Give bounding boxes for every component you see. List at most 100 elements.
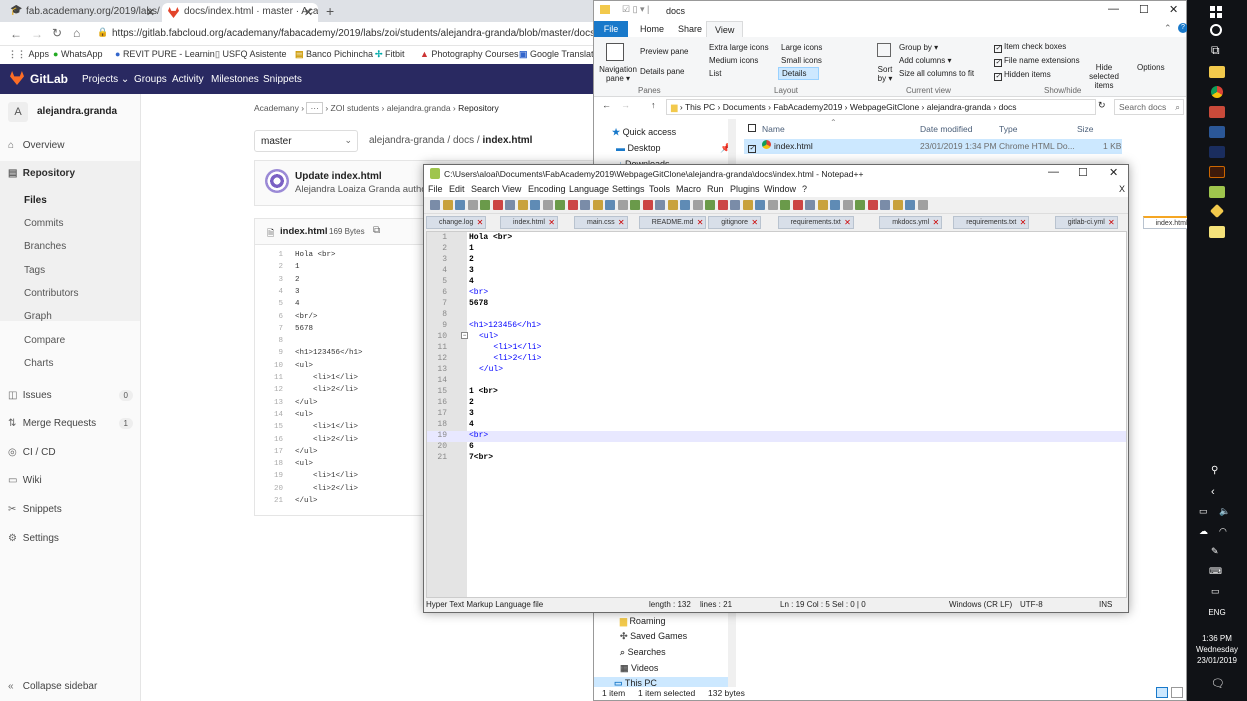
- nav-snippets[interactable]: Snippets: [263, 74, 302, 85]
- clock-date[interactable]: 23/01/2019: [1187, 656, 1247, 666]
- toolbar-icon[interactable]: [692, 200, 703, 210]
- apps-bookmark[interactable]: ⋮⋮ Apps: [8, 49, 49, 60]
- volume-icon[interactable]: 🔈: [1219, 506, 1230, 517]
- file-row[interactable]: ✓ index.html 23/01/2019 1:34 PM Chrome H…: [744, 139, 1122, 154]
- sidebar-item-repository[interactable]: ▤ Repository: [8, 168, 75, 179]
- avatar[interactable]: A: [8, 102, 28, 122]
- toolbar-icon[interactable]: [667, 200, 678, 210]
- minimize-button[interactable]: —: [1108, 3, 1119, 15]
- menu-file[interactable]: File: [428, 184, 443, 194]
- size-columns-button[interactable]: Size all columns to fit: [899, 69, 974, 78]
- status-encoding[interactable]: UTF-8: [1020, 600, 1043, 609]
- menu-encoding[interactable]: Encoding: [528, 184, 566, 194]
- close-icon[interactable]: ✕: [697, 218, 704, 227]
- crumb[interactable]: WebpageGitClone: [850, 102, 919, 112]
- menu-help[interactable]: ?: [802, 184, 807, 194]
- npp-tab[interactable]: mkdocs.yml ✕: [879, 216, 943, 229]
- word-icon[interactable]: [1209, 126, 1225, 138]
- people-icon[interactable]: ⚲: [1211, 465, 1218, 476]
- app-icon[interactable]: [1209, 203, 1225, 219]
- toolbar-icon[interactable]: [517, 200, 528, 210]
- close-icon[interactable]: ✕: [932, 218, 939, 227]
- toolbar-icon[interactable]: [830, 200, 840, 210]
- keyboard-icon[interactable]: ⌨: [1209, 566, 1222, 577]
- menu-search[interactable]: Search: [471, 184, 500, 194]
- toolbar-icon[interactable]: [655, 200, 665, 210]
- navigation-pane-button[interactable]: Navigation pane ▾: [598, 65, 638, 83]
- details-pane-button[interactable]: Details pane: [640, 67, 684, 76]
- clock-time[interactable]: 1:36 PM: [1187, 634, 1247, 644]
- quick-access-toolbar[interactable]: ☑ ▯ ▾ |: [622, 4, 649, 15]
- nav-groups[interactable]: Groups: [134, 74, 167, 85]
- toolbar-icon[interactable]: [630, 200, 640, 210]
- notepadpp-icon[interactable]: [1209, 186, 1225, 198]
- up-icon[interactable]: ↑: [651, 100, 656, 110]
- close-icon[interactable]: ✕: [304, 6, 313, 19]
- crumb[interactable]: alejandra-granda: [927, 102, 991, 112]
- toolbar-icon[interactable]: [505, 200, 515, 210]
- forward-icon[interactable]: →: [621, 100, 630, 110]
- sidebar-sub-tags[interactable]: Tags: [24, 265, 45, 276]
- column-date[interactable]: Date modified: [920, 124, 972, 134]
- usfq-bookmark[interactable]: ▯ USFQ Asistente: [215, 49, 286, 60]
- close-icon[interactable]: ✕: [751, 218, 758, 227]
- path-segment[interactable]: alejandra-granda: [369, 135, 445, 146]
- breadcrumb-item[interactable]: Repository: [458, 103, 499, 113]
- close-icon[interactable]: ✕: [548, 218, 555, 227]
- photo-bookmark[interactable]: ▲ Photography Courses: [420, 49, 518, 59]
- npp-tab[interactable]: change.log ✕: [426, 216, 487, 229]
- onedrive-icon[interactable]: ☁: [1199, 526, 1208, 537]
- windows-start-icon[interactable]: [1210, 6, 1222, 18]
- sidebar-item-settings[interactable]: ⚙ Settings: [8, 533, 59, 544]
- path-field[interactable]: ▆ › This PC › Documents › FabAcademy2019…: [666, 99, 1096, 115]
- row-checkbox[interactable]: ✓: [748, 141, 758, 153]
- breadcrumb-item[interactable]: Academany: [254, 103, 299, 113]
- menu-plugins[interactable]: Plugins: [730, 184, 760, 194]
- maximize-button[interactable]: ☐: [1139, 3, 1149, 16]
- toolbar-icon[interactable]: [767, 200, 778, 210]
- column-type[interactable]: Type: [999, 124, 1017, 134]
- close-button[interactable]: ✕: [1109, 166, 1118, 179]
- menu-language[interactable]: Language: [569, 184, 609, 194]
- toolbar-icon[interactable]: [430, 200, 440, 210]
- wifi-icon[interactable]: ◠: [1219, 526, 1227, 537]
- close-icon[interactable]: ✕: [146, 6, 155, 19]
- toolbar-icon[interactable]: [880, 200, 890, 210]
- sidebar-item-cicd[interactable]: ◎ CI / CD: [8, 447, 56, 458]
- banco-bookmark[interactable]: ▤ Banco Pichincha: [295, 49, 373, 60]
- tab-view[interactable]: View: [706, 21, 744, 37]
- maximize-button[interactable]: ☐: [1078, 166, 1088, 179]
- status-eol[interactable]: Windows (CR LF): [949, 600, 1012, 609]
- menu-tools[interactable]: Tools: [649, 184, 670, 194]
- sidebar-sub-branches[interactable]: Branches: [24, 241, 66, 252]
- toolbar-icon[interactable]: [717, 200, 728, 210]
- tab-share[interactable]: Share: [678, 24, 702, 34]
- tab-file[interactable]: File: [594, 21, 628, 37]
- toolbar-icon[interactable]: [530, 200, 540, 210]
- nav-quick-access[interactable]: ★ Quick access: [612, 127, 676, 138]
- branch-select[interactable]: master ⌄: [254, 130, 358, 152]
- display-icon[interactable]: ▭: [1211, 586, 1220, 597]
- toolbar-icon[interactable]: [805, 200, 815, 210]
- file-extensions-toggle[interactable]: ✓ File name extensions: [994, 56, 1080, 67]
- toolbar-icon[interactable]: [892, 200, 903, 210]
- toolbar-icon[interactable]: [467, 200, 478, 210]
- sidebar-sub-compare[interactable]: Compare: [24, 335, 65, 346]
- whatsapp-bookmark[interactable]: ● WhatsApp: [53, 49, 102, 59]
- minimize-button[interactable]: —: [1048, 166, 1059, 178]
- chevron-up-icon[interactable]: ⌃: [1164, 23, 1172, 34]
- preview-pane-button[interactable]: Preview pane: [640, 47, 688, 56]
- crumb[interactable]: This PC: [685, 102, 715, 112]
- close-icon[interactable]: ✕: [1108, 218, 1115, 227]
- tab-home[interactable]: Home: [640, 24, 664, 34]
- close-icon[interactable]: ✕: [618, 218, 625, 227]
- task-view-icon[interactable]: ⧉: [1211, 43, 1220, 58]
- close-icon[interactable]: ✕: [1020, 218, 1027, 227]
- menu-window[interactable]: Window: [764, 184, 796, 194]
- column-name[interactable]: Name: [762, 124, 785, 134]
- menu-run[interactable]: Run: [707, 184, 724, 194]
- toolbar-icon[interactable]: [617, 200, 628, 210]
- pen-icon[interactable]: ✎: [1211, 546, 1219, 557]
- npp-tab[interactable]: index.html✕: [500, 216, 558, 229]
- nav-videos[interactable]: ▦ Videos: [620, 663, 658, 674]
